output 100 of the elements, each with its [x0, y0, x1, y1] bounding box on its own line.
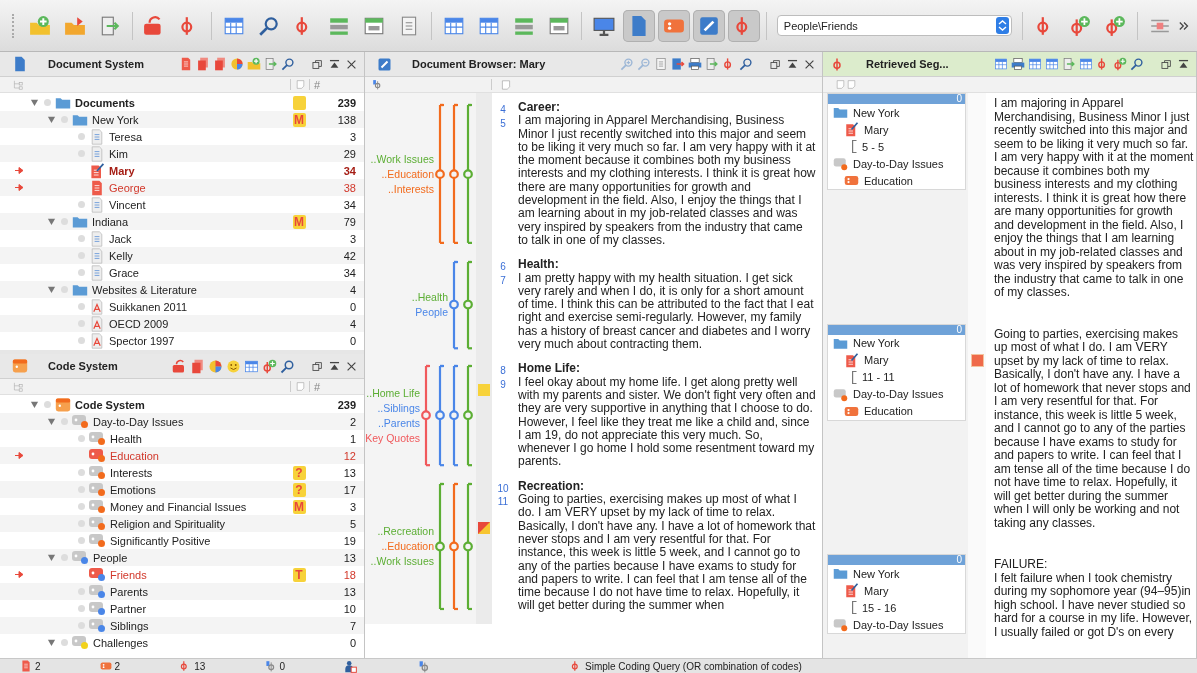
code-stripe[interactable] [435, 482, 445, 610]
tree-item-label[interactable]: Teresa [109, 130, 286, 143]
panel-tool-button[interactable] [196, 57, 210, 71]
toolbar-button[interactable] [622, 9, 655, 42]
code-set-dropdown[interactable]: People\Friends [776, 15, 1013, 36]
tree-item-label[interactable]: Parents [110, 585, 286, 598]
segment-card[interactable]: 0 New York Mary 5 - 5 Day-to-Day Issues Education [827, 93, 966, 190]
tree-item-label[interactable]: Challenges [93, 636, 286, 649]
tree-item-label[interactable]: Day-to-Day Issues [93, 415, 286, 428]
activation-arrow-icon[interactable] [15, 167, 24, 174]
panel-tool-button[interactable] [190, 358, 205, 374]
tree-item-label[interactable]: Indiana [92, 215, 286, 228]
activation-dot[interactable] [78, 537, 85, 544]
tree-item-label[interactable]: Money and Financial Issues [110, 500, 286, 513]
expanded-triangle-icon[interactable] [29, 400, 39, 409]
toolbar-button[interactable] [727, 9, 760, 42]
activation-dot[interactable] [78, 303, 85, 310]
activation-dot[interactable] [78, 235, 85, 242]
tree-item-label[interactable]: Documents [75, 96, 286, 109]
tree-item-label[interactable]: Spector 1997 [109, 334, 286, 347]
code-stripe[interactable] [463, 261, 473, 350]
tree-item-label[interactable]: Websites & Literature [92, 283, 286, 296]
code-stripe[interactable] [449, 365, 459, 467]
code-stripe[interactable] [463, 365, 473, 467]
tree-item-label[interactable]: Significantly Positive [110, 534, 286, 547]
panel-tool-button[interactable] [213, 57, 227, 71]
panel-tool-button[interactable] [280, 358, 295, 374]
tree-item-label[interactable]: Kelly [109, 249, 286, 262]
panel-tool-button[interactable] [226, 358, 241, 374]
panel-tool-button[interactable] [739, 57, 753, 71]
toolbar-button[interactable] [692, 9, 725, 42]
panel-tool-button[interactable] [230, 57, 244, 71]
code-stripe[interactable] [449, 482, 459, 610]
activation-dot[interactable] [78, 503, 85, 510]
tree-item-label[interactable]: Grace [109, 266, 286, 279]
tree-item-label[interactable]: Education [110, 449, 286, 462]
expanded-triangle-icon[interactable] [46, 638, 56, 647]
tree-item-label[interactable]: Interests [110, 466, 286, 479]
panel-tool-button[interactable] [994, 57, 1008, 71]
activation-dot[interactable] [61, 639, 68, 646]
memo-icon[interactable] [478, 521, 490, 534]
expanded-triangle-icon[interactable] [46, 115, 56, 124]
panel-tool-button[interactable] [264, 57, 278, 71]
tree-item-label[interactable]: People [93, 551, 286, 564]
tree-item-label[interactable]: Health [110, 432, 286, 445]
tree-item-label[interactable]: OECD 2009 [109, 317, 286, 330]
activation-dot[interactable] [78, 133, 85, 140]
tree-item-label[interactable]: New York [92, 113, 286, 126]
tree-item-label[interactable]: Jack [109, 232, 286, 245]
tree-item-label[interactable]: Partner [110, 602, 286, 615]
panel-tool-button[interactable] [1079, 57, 1093, 71]
panel-tool-button[interactable] [1011, 57, 1025, 71]
panel-tool-button[interactable] [671, 57, 685, 71]
panel-tool-button[interactable] [244, 358, 259, 374]
activation-dot[interactable] [78, 269, 85, 276]
panel-tool-button[interactable] [1130, 57, 1144, 71]
code-stripe[interactable] [435, 365, 445, 467]
code-stripe[interactable] [435, 103, 445, 244]
panel-tool-button[interactable] [1113, 57, 1127, 71]
expanded-triangle-icon[interactable] [46, 417, 56, 426]
expanded-triangle-icon[interactable] [29, 98, 39, 107]
tree-item-label[interactable]: Suikkanen 2011 [109, 300, 286, 313]
panel-tool-button[interactable] [705, 57, 719, 71]
panel-tool-button[interactable] [1028, 57, 1042, 71]
tree-item-label[interactable]: Kim [109, 147, 286, 160]
tree-item-label[interactable]: Friends [110, 568, 286, 581]
panel-tool-button[interactable] [1062, 57, 1076, 71]
panel-tool-button[interactable] [1045, 57, 1059, 71]
activation-dot[interactable] [78, 469, 85, 476]
activation-dot[interactable] [44, 99, 51, 106]
segment-card[interactable]: 0 New York Mary 15 - 16 Day-to-Day Issues [827, 554, 966, 634]
expanded-triangle-icon[interactable] [46, 217, 56, 226]
comment-icon[interactable] [971, 353, 984, 367]
tree-item-label[interactable]: George [109, 181, 286, 194]
code-stripe[interactable] [421, 365, 431, 467]
expanded-triangle-icon[interactable] [46, 285, 56, 294]
tree-item-label[interactable]: Code System [75, 398, 286, 411]
activation-dot[interactable] [78, 605, 85, 612]
activation-arrow-icon[interactable] [15, 452, 24, 459]
expanded-triangle-icon[interactable] [46, 553, 56, 562]
activation-dot[interactable] [44, 401, 51, 408]
code-stripe[interactable] [463, 103, 473, 244]
code-stripe[interactable] [463, 482, 473, 610]
code-stripe[interactable] [449, 261, 459, 350]
activation-dot[interactable] [78, 201, 85, 208]
tree-item-label[interactable]: Siblings [110, 619, 286, 632]
panel-tool-button[interactable] [688, 57, 702, 71]
panel-tool-button[interactable] [281, 57, 295, 71]
tree-item-label[interactable]: Emotions [110, 483, 286, 496]
query-mode[interactable]: Simple Coding Query (OR combination of codes) [585, 660, 802, 672]
tree-item-label[interactable]: Vincent [109, 198, 286, 211]
activation-dot[interactable] [78, 337, 85, 344]
code-stripe[interactable] [449, 103, 459, 244]
activation-dot[interactable] [78, 435, 85, 442]
panel-tool-button[interactable] [208, 358, 223, 374]
tree-item-label[interactable]: Mary [109, 164, 286, 177]
panel-tool-button[interactable] [262, 358, 277, 374]
activation-arrow-icon[interactable] [15, 184, 24, 191]
segment-card[interactable]: 0 New York Mary 11 - 11 Day-to-Day Issues Education [827, 323, 966, 421]
panel-tool-button[interactable] [654, 57, 668, 71]
